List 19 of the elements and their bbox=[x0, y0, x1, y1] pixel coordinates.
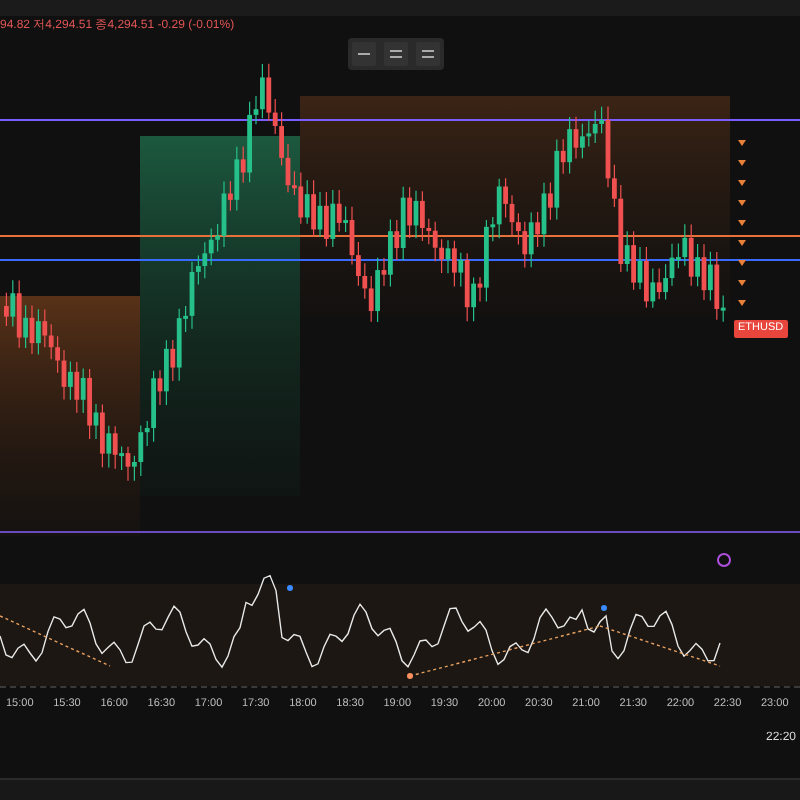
triangle-marker-icon bbox=[738, 260, 746, 266]
triangle-marker-icon bbox=[738, 300, 746, 306]
triangle-marker-icon bbox=[738, 140, 746, 146]
triangle-marker-icon bbox=[738, 160, 746, 166]
signal-dot bbox=[601, 605, 607, 611]
triangle-marker-icon bbox=[738, 200, 746, 206]
signal-dot bbox=[407, 673, 413, 679]
triangle-marker-icon bbox=[738, 240, 746, 246]
triangle-marker-icon bbox=[738, 180, 746, 186]
trend-line bbox=[0, 615, 111, 667]
triangle-marker-icon bbox=[738, 220, 746, 226]
toolbar-button[interactable] bbox=[352, 42, 376, 66]
lines-icon bbox=[420, 46, 436, 62]
signal-dot bbox=[287, 585, 293, 591]
toolbar-button[interactable] bbox=[384, 42, 408, 66]
triangle-marker-icon bbox=[738, 280, 746, 286]
circle-icon bbox=[717, 553, 731, 567]
lines-icon bbox=[388, 46, 404, 62]
toolbar-button[interactable] bbox=[416, 42, 440, 66]
